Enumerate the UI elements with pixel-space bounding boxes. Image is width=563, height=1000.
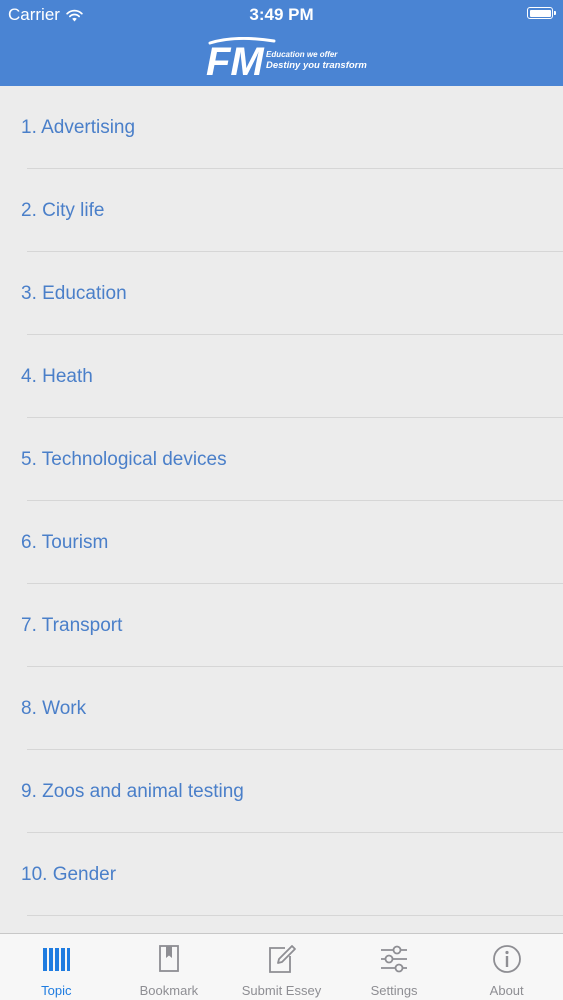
topic-row[interactable]: 10. Gender [0,833,563,916]
topic-row[interactable]: 9. Zoos and animal testing [0,750,563,833]
tab-topic[interactable]: Topic [0,934,113,1000]
app-header: Carrier 3:49 PM FM Education we offer De… [0,0,563,86]
logo-letters: FM [206,40,265,79]
tab-bookmark[interactable]: Bookmark [113,934,226,1000]
topic-label: 2. City life [21,200,105,221]
topic-label: 5. Technological devices [21,449,227,470]
battery-level [529,9,551,17]
topic-row[interactable]: 2. City life [0,169,563,252]
topic-label: 4. Heath [21,366,93,387]
topic-list: 1. Advertising 2. City life 3. Education… [0,86,563,933]
logo-tagline-line1: Education we offer [266,50,338,59]
topic-row[interactable]: 3. Education [0,252,563,335]
tab-bar: Topic Bookmark Submit Essey Settings Abo… [0,933,563,1000]
battery-icon [527,7,556,19]
topic-label: 1. Advertising [21,117,136,138]
topic-label: 9. Zoos and animal testing [21,781,244,802]
topic-row[interactable]: 4. Heath [0,335,563,418]
topic-label: 10. Gender [21,864,117,885]
sliders-icon [381,945,408,973]
tab-submit-essay[interactable]: Submit Essey [225,934,338,1000]
info-icon [492,945,521,973]
status-time: 3:49 PM [249,5,314,24]
compose-icon [269,945,297,973]
logo-tagline-line2: Destiny you transform [266,60,367,71]
topic-row[interactable]: 7. Transport [0,584,563,667]
tab-about[interactable]: About [450,934,563,1000]
bookmark-icon [158,945,179,972]
tab-label: Bookmark [139,983,199,998]
topic-row[interactable]: 5. Technological devices [0,418,563,501]
logo-tagline: Education we offer Destiny you transform [266,49,367,71]
topic-label: 7. Transport [21,615,123,636]
tab-label: About [489,983,524,998]
topic-label: 8. Work [21,698,87,719]
tab-label: Topic [41,983,72,998]
app-logo: FM Education we offer Destiny you transf… [206,36,367,80]
tab-settings[interactable]: Settings [338,934,451,1000]
topic-label: 6. Tourism [21,532,109,553]
topic-row[interactable]: 8. Work [0,667,563,750]
status-bar: Carrier 3:49 PM [0,0,563,30]
topic-row[interactable]: 6. Tourism [0,501,563,584]
tab-label: Submit Essey [241,983,322,998]
topic-label: 3. Education [21,283,127,304]
topic-row[interactable]: 1. Advertising [0,86,563,169]
library-books-icon [43,948,71,971]
tab-label: Settings [370,983,418,998]
